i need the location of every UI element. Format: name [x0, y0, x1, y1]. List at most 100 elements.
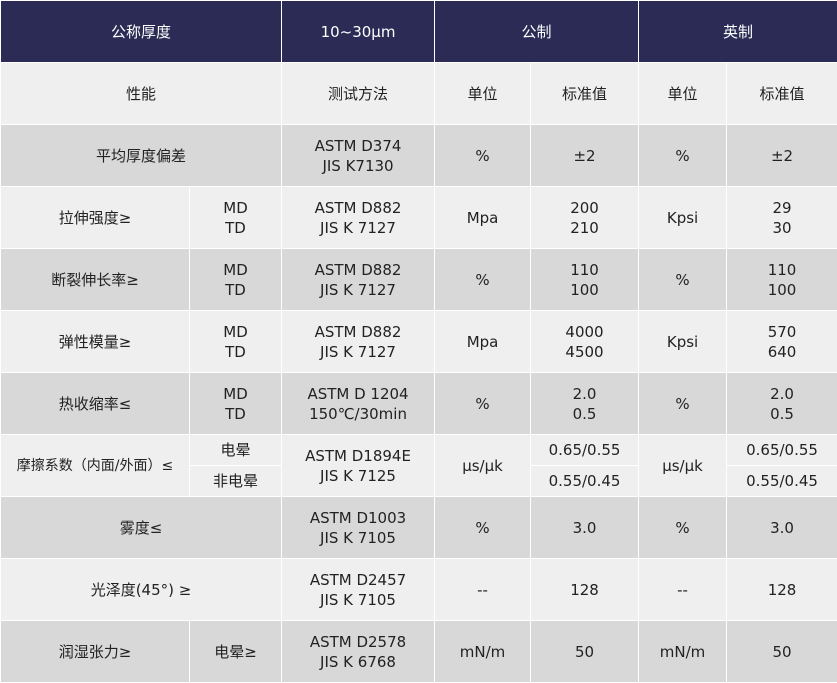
- unit-imperial-cell: Kpsi: [639, 187, 727, 249]
- method-cell: ASTM D 1204150℃/30min: [282, 373, 435, 435]
- direction-cell: MDTD: [190, 249, 282, 311]
- value-line: 110: [727, 260, 837, 280]
- value-line: 110: [531, 260, 638, 280]
- direction-td: TD: [190, 218, 281, 238]
- unit-metric-cell: Mpa: [435, 311, 531, 373]
- condition-cell: 电晕≥: [190, 621, 282, 683]
- unit-metric-cell: --: [435, 559, 531, 621]
- method-line: ASTM D882: [282, 260, 434, 280]
- unit-imperial-cell: %: [639, 249, 727, 311]
- value-imperial-cell: 0.55/0.45: [727, 466, 837, 497]
- method-line: ASTM D374: [282, 136, 434, 156]
- direction-td: TD: [190, 404, 281, 424]
- method-line: 150℃/30min: [282, 404, 434, 424]
- value-line: 0.5: [727, 404, 837, 424]
- direction-md: MD: [190, 322, 281, 342]
- method-line: JIS K 6768: [282, 652, 434, 672]
- header-imperial: 英制: [639, 1, 837, 63]
- value-line: 30: [727, 218, 837, 238]
- direction-md: MD: [190, 384, 281, 404]
- method-line: ASTM D1003: [282, 508, 434, 528]
- subheader-standard-imperial: 标准值: [727, 63, 837, 125]
- value-metric-cell: 128: [531, 559, 639, 621]
- value-line: 210: [531, 218, 638, 238]
- method-cell: ASTM D2578JIS K 6768: [282, 621, 435, 683]
- value-line: 570: [727, 322, 837, 342]
- value-imperial-cell: 3.0: [727, 497, 837, 559]
- method-cell: ASTM D374JIS K7130: [282, 125, 435, 187]
- table-row: 润湿张力≥ 电晕≥ ASTM D2578JIS K 6768 mN/m 50 m…: [1, 621, 837, 683]
- table-row: 平均厚度偏差 ASTM D374JIS K7130 % ±2 % ±2: [1, 125, 837, 187]
- table-row: 光泽度(45°) ≥ ASTM D2457JIS K 7105 -- 128 -…: [1, 559, 837, 621]
- value-metric-cell: 110100: [531, 249, 639, 311]
- table-row: 热收缩率≤ MDTD ASTM D 1204150℃/30min % 2.00.…: [1, 373, 837, 435]
- unit-metric-cell: %: [435, 125, 531, 187]
- method-cell: ASTM D1894EJIS K 7125: [282, 435, 435, 497]
- method-line: ASTM D1894E: [282, 446, 434, 466]
- method-line: JIS K 7125: [282, 466, 434, 486]
- property-cell: 光泽度(45°) ≥: [1, 559, 282, 621]
- method-line: ASTM D882: [282, 322, 434, 342]
- unit-metric-cell: %: [435, 373, 531, 435]
- method-line: ASTM D882: [282, 198, 434, 218]
- value-line: 2.0: [727, 384, 837, 404]
- unit-imperial-cell: %: [639, 125, 727, 187]
- direction-md: MD: [190, 260, 281, 280]
- value-metric-cell: 2.00.5: [531, 373, 639, 435]
- unit-metric-cell: %: [435, 249, 531, 311]
- method-line: JIS K7130: [282, 156, 434, 176]
- method-line: JIS K 7105: [282, 590, 434, 610]
- method-cell: ASTM D882JIS K 7127: [282, 311, 435, 373]
- direction-td: TD: [190, 342, 281, 362]
- unit-imperial-cell: mN/m: [639, 621, 727, 683]
- table-row: 摩擦系数（内面/外面）≤ 电晕 ASTM D1894EJIS K 7125 μs…: [1, 435, 837, 466]
- subheader-unit-metric: 单位: [435, 63, 531, 125]
- value-imperial-cell: 128: [727, 559, 837, 621]
- method-cell: ASTM D2457JIS K 7105: [282, 559, 435, 621]
- value-metric-cell: 50: [531, 621, 639, 683]
- value-imperial-cell: 0.65/0.55: [727, 435, 837, 466]
- header-metric: 公制: [435, 1, 639, 63]
- method-line: JIS K 7105: [282, 528, 434, 548]
- subheader-row: 性能 测试方法 单位 标准值 单位 标准值: [1, 63, 837, 125]
- method-line: JIS K 7127: [282, 218, 434, 238]
- table-row: 拉伸强度≥ MDTD ASTM D882JIS K 7127 Mpa 20021…: [1, 187, 837, 249]
- unit-metric-cell: μs/μk: [435, 435, 531, 497]
- value-line: 200: [531, 198, 638, 218]
- unit-metric-cell: mN/m: [435, 621, 531, 683]
- header-row: 公称厚度 10~30μm 公制 英制: [1, 1, 837, 63]
- unit-imperial-cell: Kpsi: [639, 311, 727, 373]
- property-cell: 断裂伸长率≥: [1, 249, 190, 311]
- unit-imperial-cell: --: [639, 559, 727, 621]
- value-line: 640: [727, 342, 837, 362]
- method-line: JIS K 7127: [282, 280, 434, 300]
- value-line: 4000: [531, 322, 638, 342]
- header-nominal-thickness: 公称厚度: [1, 1, 282, 63]
- value-line: 100: [531, 280, 638, 300]
- direction-md: MD: [190, 198, 281, 218]
- value-imperial-cell: 50: [727, 621, 837, 683]
- method-line: ASTM D 1204: [282, 384, 434, 404]
- method-cell: ASTM D1003JIS K 7105: [282, 497, 435, 559]
- property-cell: 润湿张力≥: [1, 621, 190, 683]
- value-line: 4500: [531, 342, 638, 362]
- property-cell: 热收缩率≤: [1, 373, 190, 435]
- subheader-test-method: 测试方法: [282, 63, 435, 125]
- value-line: 100: [727, 280, 837, 300]
- subheader-unit-imperial: 单位: [639, 63, 727, 125]
- value-metric-cell: 3.0: [531, 497, 639, 559]
- condition-cell: 电晕: [190, 435, 282, 466]
- property-cell: 摩擦系数（内面/外面）≤: [1, 435, 190, 497]
- table-row: 雾度≤ ASTM D1003JIS K 7105 % 3.0 % 3.0: [1, 497, 837, 559]
- property-cell: 弹性模量≥: [1, 311, 190, 373]
- property-cell: 平均厚度偏差: [1, 125, 282, 187]
- method-cell: ASTM D882JIS K 7127: [282, 249, 435, 311]
- condition-cell: 非电晕: [190, 466, 282, 497]
- subheader-property: 性能: [1, 63, 282, 125]
- value-metric-cell: 40004500: [531, 311, 639, 373]
- value-line: 2.0: [531, 384, 638, 404]
- spec-table: 公称厚度 10~30μm 公制 英制 性能 测试方法 单位 标准值 单位 标准值…: [0, 0, 837, 683]
- subheader-standard-metric: 标准值: [531, 63, 639, 125]
- unit-imperial-cell: μs/μk: [639, 435, 727, 497]
- value-line: 29: [727, 198, 837, 218]
